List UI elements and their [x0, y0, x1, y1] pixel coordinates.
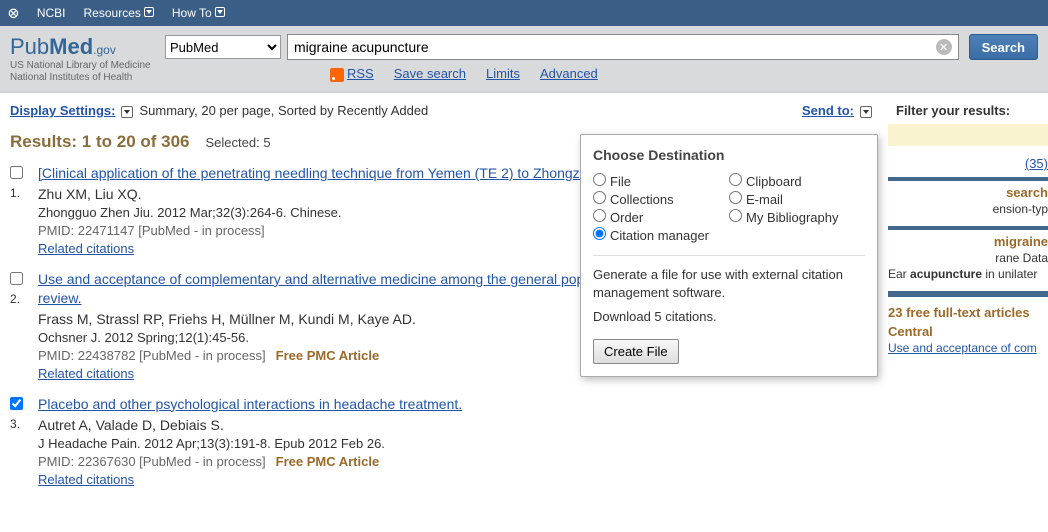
filter-highlight	[888, 124, 1048, 146]
logo-subtitle-1: US National Library of Medicine	[10, 60, 165, 72]
result-title-link[interactable]: [Clinical application of the penetrating…	[38, 165, 646, 181]
chevron-down-icon[interactable]	[121, 106, 133, 118]
result-item: 3. Placebo and other psychological inter…	[10, 395, 870, 487]
save-search-link[interactable]: Save search	[394, 66, 466, 81]
sidebar-line: Ear acupuncture in unilater	[888, 267, 1048, 281]
logo-subtitle-2: National Institutes of Health	[10, 72, 165, 84]
result-title-link[interactable]: Placebo and other psychological interact…	[38, 396, 462, 412]
pubmed-logo[interactable]: PubMed.gov US National Library of Medici…	[10, 34, 165, 84]
sidebar-migraine-heading: migraine	[888, 226, 1048, 249]
rss-link[interactable]: RSS	[330, 66, 374, 82]
filter-count-link[interactable]: (35)	[1025, 156, 1048, 171]
resources-menu[interactable]: Resources	[84, 6, 154, 20]
sidebar-search-heading: search	[888, 177, 1048, 200]
search-input[interactable]	[288, 36, 958, 58]
selected-count: Selected: 5	[206, 135, 271, 150]
result-checkbox[interactable]	[10, 397, 23, 410]
choose-destination-heading: Choose Destination	[593, 147, 865, 163]
rss-icon	[330, 68, 344, 82]
create-file-button[interactable]: Create File	[593, 339, 679, 364]
result-number: 3.	[10, 417, 38, 431]
dest-clipboard[interactable]: Clipboard	[729, 173, 865, 189]
advanced-link[interactable]: Advanced	[540, 66, 598, 81]
howto-menu[interactable]: How To	[172, 6, 225, 20]
result-pmid: PMID: 22438782 [PubMed - in process]	[38, 348, 266, 363]
ncbi-home-link[interactable]: NCBI	[37, 6, 66, 20]
free-pmc-badge: Free PMC Article	[276, 348, 380, 363]
dest-mybibliography[interactable]: My Bibliography	[729, 209, 865, 225]
display-summary-text: Summary, 20 per page, Sorted by Recently…	[139, 103, 428, 118]
sidebar-pmc-heading: 23 free full-text articles	[888, 301, 1048, 320]
dest-citation-manager[interactable]: Citation manager	[593, 227, 729, 243]
sidebar-pmc-heading2: Central	[888, 320, 1048, 339]
related-citations-link[interactable]: Related citations	[38, 366, 134, 381]
result-number: 2.	[10, 292, 38, 306]
result-checkbox[interactable]	[10, 272, 23, 285]
filter-results-label: Filter your results:	[878, 103, 1038, 118]
send-to-link[interactable]: Send to:	[802, 103, 854, 118]
dest-order[interactable]: Order	[593, 209, 729, 225]
chevron-down-icon	[215, 7, 225, 17]
result-pmid: PMID: 22367630 [PubMed - in process]	[38, 454, 266, 469]
result-authors: Autret A, Valade D, Debiais S.	[38, 417, 870, 433]
related-citations-link[interactable]: Related citations	[38, 472, 134, 487]
dest-email[interactable]: E-mail	[729, 191, 865, 207]
limits-link[interactable]: Limits	[486, 66, 520, 81]
dest-file[interactable]: File	[593, 173, 729, 189]
sidebar-line: rane Data	[888, 251, 1048, 265]
download-count-text: Download 5 citations.	[593, 308, 865, 326]
result-number: 1.	[10, 186, 38, 200]
free-pmc-badge: Free PMC Article	[276, 454, 380, 469]
clear-search-icon[interactable]: ✕	[936, 39, 952, 55]
search-button[interactable]: Search	[969, 34, 1038, 60]
results-count: Results: 1 to 20 of 306	[10, 132, 190, 152]
ncbi-logo-icon: ⊗	[8, 3, 19, 24]
sidebar-line[interactable]: Use and acceptance of com	[888, 341, 1048, 355]
result-source: J Headache Pain. 2012 Apr;13(3):191-8. E…	[38, 436, 870, 451]
display-settings-link[interactable]: Display Settings:	[10, 103, 115, 118]
chevron-down-icon[interactable]	[860, 106, 872, 118]
send-to-panel: Choose Destination File Collections Orde…	[580, 134, 878, 377]
generate-file-text: Generate a file for use with external ci…	[593, 266, 865, 302]
result-pmid: PMID: 22471147 [PubMed - in process]	[38, 223, 265, 238]
dest-collections[interactable]: Collections	[593, 191, 729, 207]
related-citations-link[interactable]: Related citations	[38, 241, 134, 256]
sidebar-line: ension-typ	[888, 202, 1048, 216]
result-checkbox[interactable]	[10, 166, 23, 179]
chevron-down-icon	[144, 7, 154, 17]
database-select[interactable]: PubMed	[165, 35, 281, 59]
